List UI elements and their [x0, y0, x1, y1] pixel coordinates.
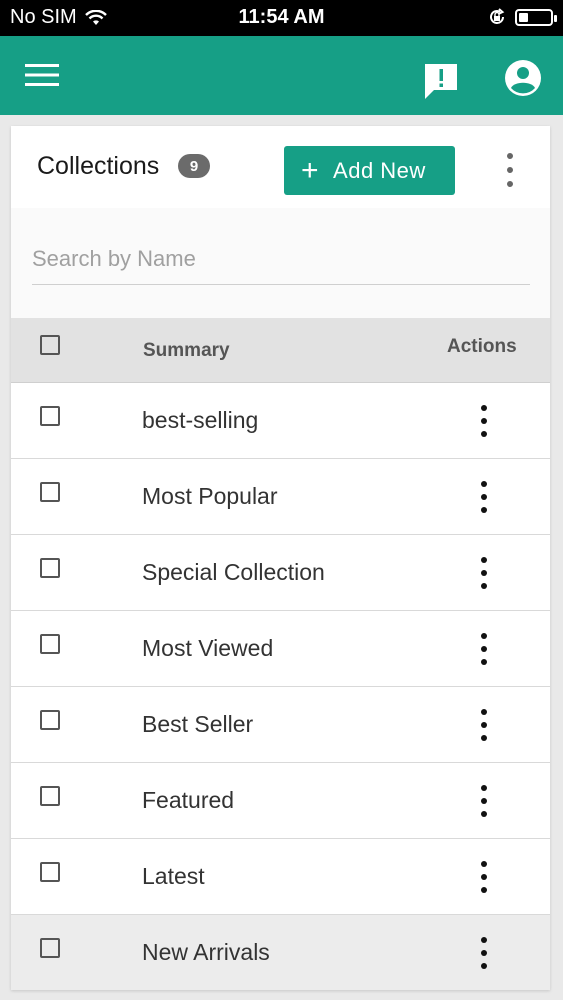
status-time: 11:54 AM — [238, 6, 325, 28]
row-label: Most Viewed — [142, 635, 274, 661]
wifi-icon — [84, 9, 107, 25]
menu-icon — [25, 64, 59, 86]
app-bar — [0, 36, 563, 115]
table-row[interactable]: Best Seller — [11, 687, 550, 763]
collections-list: best-selling Most Popular Special Collec… — [11, 383, 550, 990]
row-label: Special Collection — [142, 559, 325, 585]
add-new-label: Add New — [333, 157, 426, 183]
table-row[interactable]: Most Popular — [11, 459, 550, 535]
table-row[interactable]: Special Collection — [11, 535, 550, 611]
account-button[interactable] — [503, 58, 543, 98]
status-right — [487, 7, 557, 27]
row-checkbox[interactable] — [40, 558, 60, 578]
row-checkbox[interactable] — [40, 482, 60, 502]
feedback-icon — [425, 64, 457, 99]
row-label: Featured — [142, 787, 235, 813]
page-title: Collections — [37, 152, 160, 180]
rotation-lock-icon — [490, 8, 505, 24]
battery-level — [519, 12, 528, 22]
column-header-summary: Summary — [143, 340, 230, 361]
row-label: Best Seller — [142, 711, 254, 737]
table-header: Summary Actions — [11, 318, 550, 383]
row-more-icon[interactable] — [474, 405, 494, 437]
count-badge: 9 — [178, 154, 210, 178]
carrier-label: No SIM — [10, 6, 77, 28]
row-checkbox[interactable] — [40, 786, 60, 806]
table-row[interactable]: Featured — [11, 763, 550, 839]
account-icon — [505, 60, 541, 96]
row-label: best-selling — [142, 407, 259, 433]
column-header-actions: Actions — [447, 336, 517, 357]
feedback-button[interactable] — [422, 61, 460, 101]
row-checkbox[interactable] — [40, 406, 60, 426]
card-header: Collections 9 + Add New — [11, 126, 550, 209]
row-more-icon[interactable] — [474, 785, 494, 817]
status-bar: No SIM 11:54 AM — [0, 0, 563, 36]
table-row[interactable]: New Arrivals — [11, 915, 550, 990]
plus-icon: + — [301, 153, 320, 187]
row-more-icon[interactable] — [474, 709, 494, 741]
row-more-icon[interactable] — [474, 481, 494, 513]
row-more-icon[interactable] — [474, 557, 494, 589]
table-row[interactable]: Latest — [11, 839, 550, 915]
row-checkbox[interactable] — [40, 634, 60, 654]
row-more-icon[interactable] — [474, 861, 494, 893]
row-checkbox[interactable] — [40, 862, 60, 882]
row-more-icon[interactable] — [474, 937, 494, 969]
battery-icon — [515, 8, 557, 26]
table-row[interactable]: Most Viewed — [11, 611, 550, 687]
row-label: Latest — [142, 863, 205, 889]
row-label: Most Popular — [142, 483, 278, 509]
search-area — [11, 208, 550, 318]
search-input[interactable] — [32, 234, 530, 285]
row-label: New Arrivals — [142, 939, 270, 965]
row-checkbox[interactable] — [40, 710, 60, 730]
add-new-button[interactable]: + Add New — [284, 146, 455, 195]
row-more-icon[interactable] — [474, 633, 494, 665]
more-vertical-icon[interactable] — [499, 153, 521, 187]
collections-card: Collections 9 + Add New Summary Actions … — [11, 126, 550, 990]
table-row[interactable]: best-selling — [11, 383, 550, 459]
status-left: No SIM — [10, 6, 107, 29]
menu-button[interactable] — [24, 62, 60, 88]
row-checkbox[interactable] — [40, 938, 60, 958]
select-all-checkbox[interactable] — [40, 335, 60, 355]
